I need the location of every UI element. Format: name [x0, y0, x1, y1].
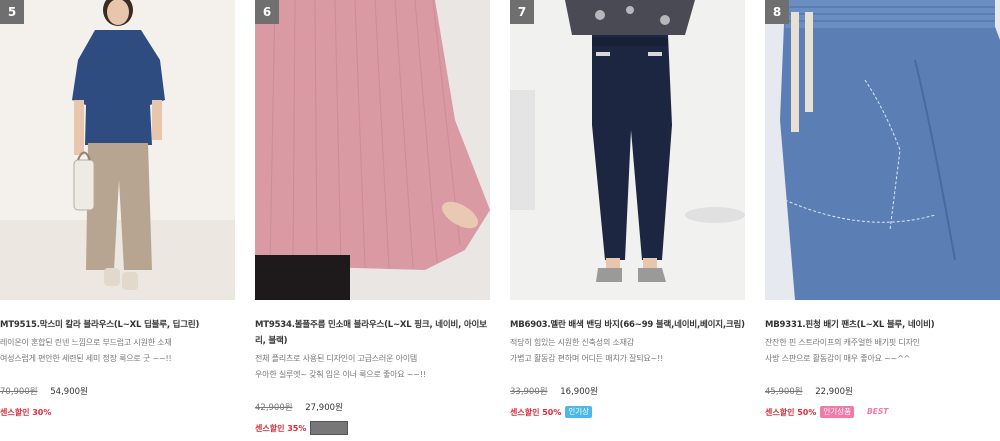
blank-badge [310, 421, 349, 435]
product-description: 전체 플리츠로 사용된 디자인이 고급스러운 아이템 우아한 실루엣~ 갖춰 입… [255, 351, 490, 383]
rank-badge: 7 [510, 0, 534, 24]
product-image[interactable]: 6 [255, 0, 490, 300]
original-price: 45,900원 [765, 387, 803, 397]
product-description-line: 레이온이 혼합된 린넨 느낌으로 부드럽고 시원한 소재 [0, 338, 172, 347]
product-card[interactable]: 6 MT9534.볼플주름 민소매 블라우스(L~XL 핑크, 네이비, 아이보… [255, 0, 490, 435]
product-description-line: 우아한 실루엣~ 갖춰 입은 이너 룩으로 좋아요 ~~!! [255, 370, 426, 379]
product-description-line: 적당히 힘있는 시원한 신축성의 소재감 [510, 338, 634, 347]
original-price: 42,900원 [255, 403, 293, 413]
price-row: 42,900원 27,900원 [255, 401, 490, 415]
product-image[interactable]: 7 [510, 0, 745, 300]
discount-text: 센스할인 30% [0, 407, 52, 417]
product-photo [510, 0, 745, 300]
product-photo [0, 0, 235, 300]
discount-label: 센스할인 50% 인기상 [510, 405, 745, 419]
product-name[interactable]: MB6903.멜란 배색 밴딩 바지(66~99 블랙,네이비,베이지,크림) [510, 317, 745, 333]
popular-badge: 인기상 [565, 406, 593, 418]
sale-price: 54,900원 [50, 387, 88, 397]
product-card[interactable]: 8 MB9331.핀청 배기 팬츠(L~XL 블루, 네이비) 잔잔한 핀 스트… [765, 0, 1000, 419]
product-photo [255, 0, 490, 300]
product-name[interactable]: MT9534.볼플주름 민소매 블라우스(L~XL 핑크, 네이비, 아이보리,… [255, 317, 490, 349]
discount-text: 센스할인 50% [510, 407, 562, 417]
discount-text: 센스할인 50% [765, 407, 817, 417]
product-description-line: 잔잔한 핀 스트라이프의 캐주얼한 배기핏 디자인 [765, 338, 920, 347]
rank-badge: 5 [0, 0, 24, 24]
product-description: 적당히 힘있는 시원한 신축성의 소재감 가볍고 활동감 편하며 어디든 매치가… [510, 335, 745, 367]
discount-text: 센스할인 35% [255, 423, 307, 433]
sale-price: 16,900원 [560, 387, 598, 397]
product-name[interactable]: MB9331.핀청 배기 팬츠(L~XL 블루, 네이비) [765, 317, 1000, 333]
price-row: 70,900원 54,900원 [0, 385, 235, 399]
price-row: 45,900원 22,900원 [765, 385, 1000, 399]
product-description-line: 전체 플리츠로 사용된 디자인이 고급스러운 아이템 [255, 354, 418, 363]
rank-badge: 8 [765, 0, 789, 24]
product-image[interactable]: 5 [0, 0, 235, 300]
product-card[interactable]: 7 MB6903.멜란 배색 밴딩 바지(66~99 블랙,네이비,베이지,크림… [510, 0, 745, 419]
discount-label: 센스할인 50% 인기상품 BEST [765, 405, 1000, 419]
sale-price: 22,900원 [815, 387, 853, 397]
product-description: 레이온이 혼합된 린넨 느낌으로 부드럽고 시원한 소재 여성스럽게 편안한 세… [0, 335, 235, 367]
original-price: 70,900원 [0, 387, 38, 397]
product-photo [765, 0, 1000, 300]
price-row: 33,900원 16,900원 [510, 385, 745, 399]
product-card[interactable]: 5 MT9515.막스미 칼라 블라우스(L~XL 딥블루, 딥그린) 레이온이… [0, 0, 235, 419]
product-description-line: 여성스럽게 편안한 세련된 세미 정장 룩으로 굿 ~~!! [0, 354, 172, 363]
product-image[interactable]: 8 [765, 0, 1000, 300]
popular-badge: 인기상품 [820, 406, 854, 418]
product-name[interactable]: MT9515.막스미 칼라 블라우스(L~XL 딥블루, 딥그린) [0, 317, 235, 333]
product-description: 잔잔한 핀 스트라이프의 캐주얼한 배기핏 디자인 사방 스판으로 활동감이 매… [765, 335, 1000, 367]
sale-price: 27,900원 [305, 403, 343, 413]
product-grid: 5 MT9515.막스미 칼라 블라우스(L~XL 딥블루, 딥그린) 레이온이… [0, 0, 1000, 441]
rank-badge: 6 [255, 0, 279, 24]
original-price: 33,900원 [510, 387, 548, 397]
best-badge: BEST [866, 407, 889, 416]
product-description-line: 가볍고 활동감 편하며 어디든 매치가 잘되요~!! [510, 354, 664, 363]
discount-label: 센스할인 30% [0, 405, 235, 419]
discount-label: 센스할인 35% [255, 421, 490, 435]
product-description-line: 사방 스판으로 활동감이 매우 좋아요 ~~^^ [765, 354, 911, 363]
